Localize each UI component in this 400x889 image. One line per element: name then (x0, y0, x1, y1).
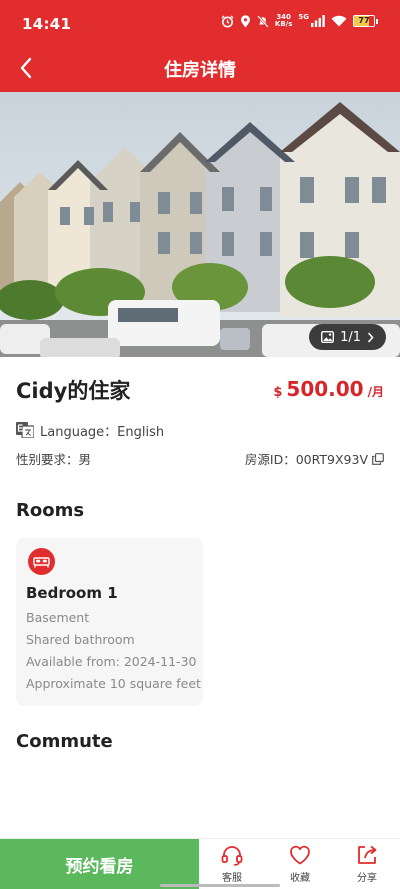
room-detail-size: Approximate 10 square feet (26, 676, 201, 691)
mute-icon (257, 14, 269, 28)
language-row: Language：English (16, 420, 164, 440)
favorite-button[interactable]: 收藏 (270, 843, 330, 887)
price-unit: /月 (367, 385, 384, 399)
room-detail-bathroom: Shared bathroom (26, 632, 135, 647)
alarm-icon (221, 15, 234, 28)
room-detail-level: Basement (26, 610, 90, 625)
copy-icon[interactable] (372, 452, 384, 465)
room-name: Bedroom 1 (26, 584, 118, 602)
image-icon (321, 331, 335, 343)
battery-level: 77 (358, 16, 370, 25)
battery-icon: 77 (353, 15, 378, 27)
net-speed-unit: KB/s (274, 20, 293, 28)
price-value: 500.00 (286, 377, 364, 401)
favorite-label: 收藏 (290, 873, 310, 884)
status-icons: 340 KB/s 5G 77 (221, 13, 378, 28)
customer-service-button[interactable]: 客服 (202, 843, 262, 887)
price: $ 500.00 /月 (273, 377, 384, 401)
signal-icon (311, 15, 325, 27)
share-button[interactable]: 分享 (337, 843, 397, 887)
listing-id: 房源ID：00RT9X93V (245, 449, 384, 468)
translate-icon (16, 422, 34, 438)
home-indicator[interactable] (160, 884, 280, 887)
title-row: Cidy的住家 $ 500.00 /月 (16, 375, 384, 405)
book-viewing-button[interactable]: 预约看房 (0, 839, 199, 889)
photo-counter-text: 1/1 (340, 329, 361, 345)
price-currency: $ (273, 385, 283, 400)
chevron-right-icon (367, 331, 374, 343)
status-time: 14:41 (22, 15, 72, 33)
page-title: 住房详情 (164, 60, 236, 81)
gender-requirement: 性别要求：男 (16, 452, 92, 467)
headset-icon (221, 846, 243, 866)
language-label: Language：English (40, 424, 165, 440)
bottom-action-bar: 预约看房 客服 收藏 分享 (0, 838, 400, 889)
net-speed: 340 KB/s (275, 14, 292, 28)
wifi-icon (331, 15, 347, 27)
status-bar: 14:41 340 KB/s 5G 77 (0, 0, 400, 44)
listing-id-text: 房源ID：00RT9X93V (244, 452, 368, 467)
listing-photo[interactable]: 1/1 (0, 92, 400, 357)
customer-service-label: 客服 (222, 873, 242, 884)
share-icon (358, 845, 377, 864)
rooms-section-title: Rooms (16, 500, 85, 521)
nav-bar: 住房详情 (0, 44, 400, 92)
photo-counter[interactable]: 1/1 (309, 324, 386, 350)
house-photo (0, 92, 400, 357)
room-card[interactable]: Bedroom 1 Basement Shared bathroom Avail… (16, 538, 203, 706)
heart-icon (290, 845, 310, 865)
room-detail-available: Available from: 2024-11-30 (26, 654, 197, 669)
commute-section-title: Commute (16, 731, 113, 752)
bed-icon (28, 548, 55, 575)
network-type: 5G (298, 13, 309, 21)
info-row: 性别要求：男 房源ID：00RT9X93V (16, 449, 384, 469)
listing-title: Cidy的住家 (16, 379, 131, 403)
share-label: 分享 (357, 873, 377, 884)
location-icon (240, 14, 251, 28)
